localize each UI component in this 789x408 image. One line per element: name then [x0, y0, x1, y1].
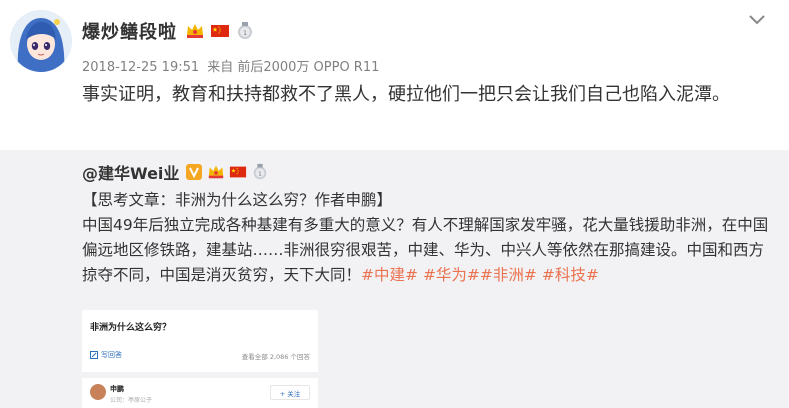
repost-body: 中国49年后独立完成各种基建有多重大的意义？有人不理解国家发牢骚，花大量钱援助非… — [82, 213, 772, 288]
answerer-subtitle: 公司：亭原公子 — [110, 397, 153, 404]
write-answer-label: 写回答 — [101, 351, 122, 359]
repost-author-link[interactable]: @建华Wei业 — [82, 160, 179, 184]
repost-text: 【思考文章：非洲为什么这么穷？作者申鹏】 中国49年后独立完成各种基建有多重大的… — [82, 188, 772, 288]
svg-text:1: 1 — [259, 172, 262, 178]
repost-title-line: 【思考文章：非洲为什么这么穷？作者申鹏】 — [82, 191, 393, 209]
pen-icon — [90, 351, 98, 359]
tag-link[interactable]: #科技# — [542, 266, 599, 284]
weibo-post: 爆炒鳝段啦 1 2018-12-25 19:51 来自 前后2000万 OPPO… — [0, 0, 789, 408]
source-device[interactable]: 前后2000万 OPPO R11 — [237, 60, 379, 75]
crown-badge-icon[interactable] — [185, 21, 205, 41]
svg-text:1: 1 — [243, 30, 247, 37]
follow-button[interactable]: + 关注 — [270, 385, 310, 400]
repost-badges: 1 — [185, 163, 273, 181]
card-question-title: 非洲为什么这么穷？ — [90, 323, 172, 333]
repost-author-row: @建华Wei业 1 — [82, 160, 273, 184]
repost-container[interactable]: @建华Wei业 1 【思考文章：非洲为什么这么穷？作者申鹏】 中国49年后独立完… — [0, 150, 789, 408]
zhihu-question-card-image[interactable]: 非洲为什么这么穷？ 写回答 查看全部 2,086 个回答 申鹏 公司：亭原公子 … — [82, 310, 318, 408]
post-text: 事实证明，教育和扶持都救不了黑人，硬拉他们一把只会让我们自己也陷入泥潭。 — [82, 84, 730, 105]
source-prefix: 来自 — [207, 60, 234, 75]
author-name[interactable]: 爆炒鳝段啦 — [82, 18, 177, 44]
answerer-avatar — [90, 384, 106, 400]
verified-v-icon[interactable] — [185, 163, 203, 181]
card-separator — [82, 372, 318, 378]
crown-badge-icon[interactable] — [207, 163, 225, 181]
chevron-down-icon[interactable] — [747, 12, 767, 26]
china-flag-icon[interactable] — [229, 163, 247, 181]
answerer-name: 申鹏 — [110, 385, 124, 393]
view-all-answers-link[interactable]: 查看全部 2,086 个回答 — [242, 351, 310, 361]
author-badges: 1 — [185, 21, 260, 41]
post-date[interactable]: 2018-12-25 19:51 — [82, 60, 199, 75]
tag-link[interactable]: #华为##非洲# — [423, 266, 537, 284]
post-meta: 2018-12-25 19:51 来自 前后2000万 OPPO R11 — [82, 56, 383, 75]
medal-icon[interactable]: 1 — [235, 21, 255, 41]
write-answer-button[interactable]: 写回答 — [90, 350, 122, 360]
china-flag-icon[interactable] — [210, 21, 230, 41]
author-row: 爆炒鳝段啦 1 — [82, 18, 260, 44]
tag-link[interactable]: #中建# — [361, 266, 418, 284]
author-avatar[interactable] — [10, 10, 72, 72]
medal-icon[interactable]: 1 — [251, 163, 269, 181]
anime-avatar-image — [10, 10, 72, 72]
